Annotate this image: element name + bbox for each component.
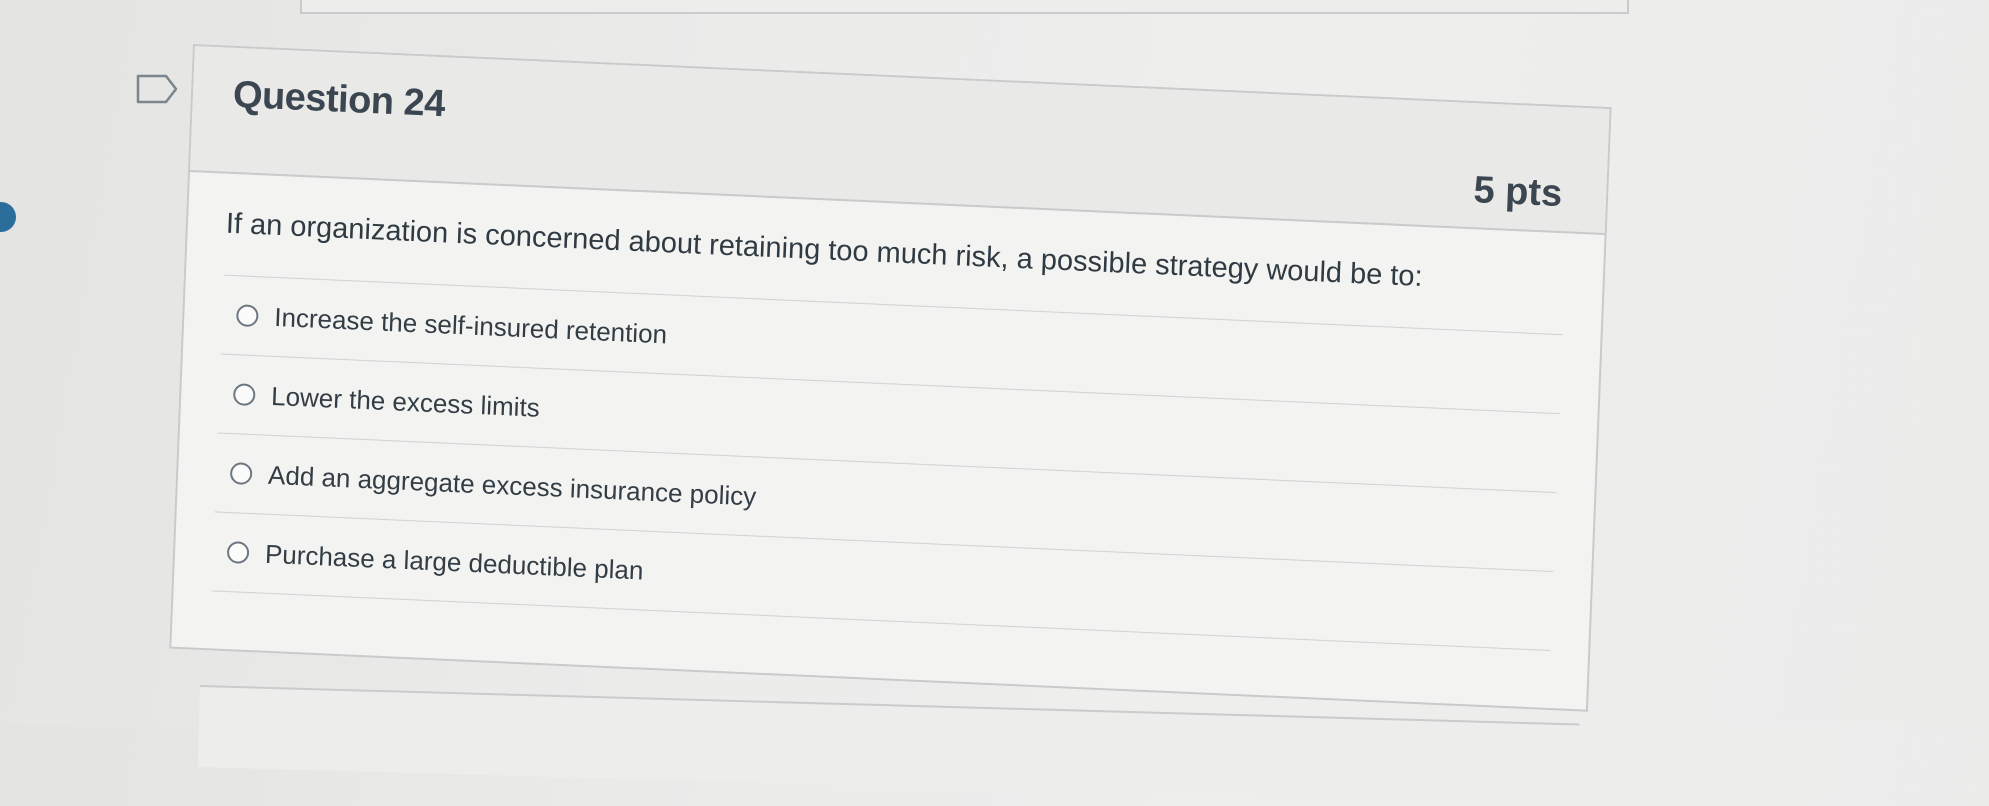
radio-button-icon[interactable]	[226, 541, 250, 564]
question-title: Question 24	[232, 73, 446, 126]
answer-label: Purchase a large deductible plan	[264, 538, 644, 586]
radio-button-icon[interactable]	[235, 304, 259, 328]
question-body: If an organization is concerned about re…	[174, 172, 1605, 653]
answer-label: Increase the self-insured retention	[273, 301, 668, 349]
radio-button-icon[interactable]	[229, 462, 253, 486]
question-points: 5 pts	[1472, 169, 1563, 216]
radio-button-icon[interactable]	[232, 383, 256, 407]
answer-label: Add an aggregate excess insurance policy	[267, 459, 757, 511]
answer-label: Lower the excess limits	[270, 380, 541, 423]
question-stage: Question 24 5 pts If an organization is …	[0, 0, 1989, 725]
question-card: Question 24 5 pts If an organization is …	[169, 44, 1612, 712]
